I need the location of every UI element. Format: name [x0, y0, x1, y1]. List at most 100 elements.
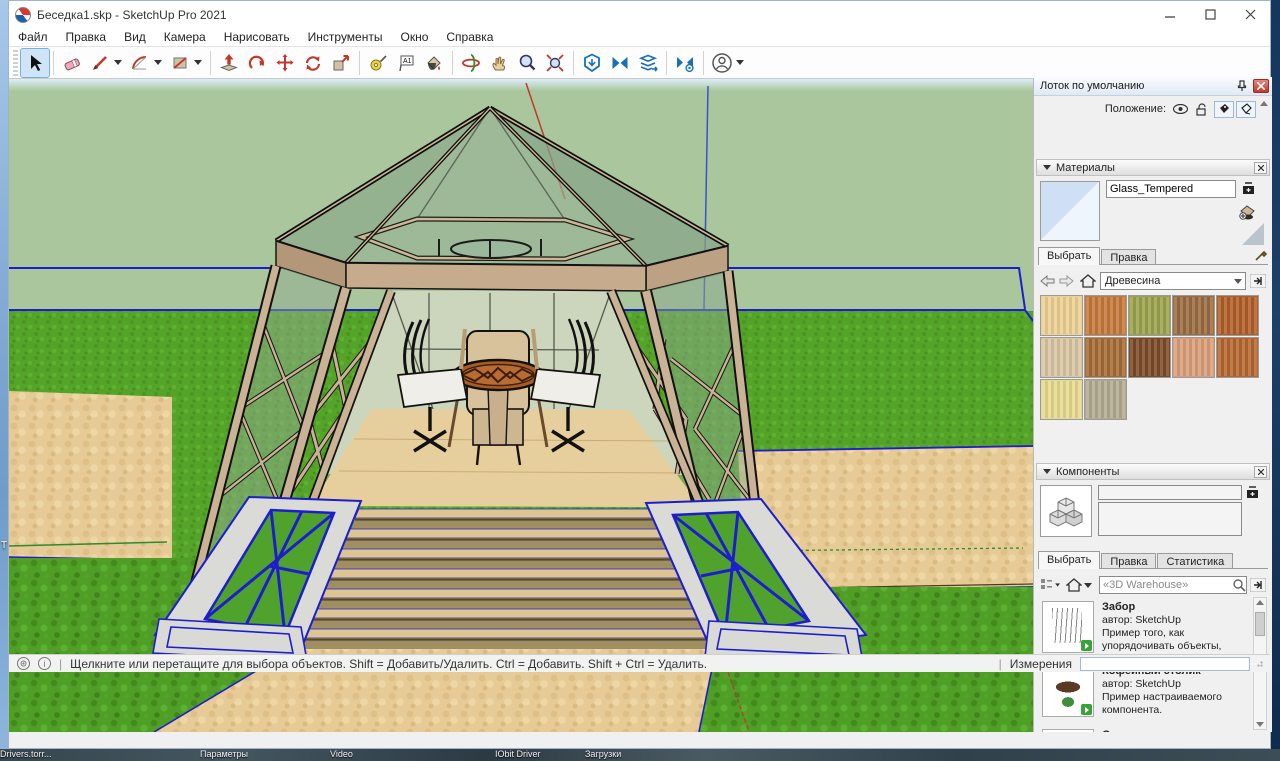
- material-swatch[interactable]: [1040, 295, 1083, 336]
- material-category-dropdown[interactable]: Древесина: [1100, 272, 1246, 290]
- geolocation-icon[interactable]: [17, 657, 30, 670]
- component-thumbnail[interactable]: [1042, 601, 1094, 653]
- details-arrow-icon[interactable]: [1250, 274, 1266, 288]
- desktop-icon-label[interactable]: Загрузки: [585, 749, 621, 759]
- tray-scroll-up[interactable]: [1260, 101, 1270, 111]
- scroll-up-arrow[interactable]: [1256, 600, 1264, 605]
- component-thumbnail[interactable]: [1042, 729, 1094, 732]
- toolbar-grip[interactable]: [13, 50, 18, 76]
- arc-tool-button[interactable]: [126, 49, 154, 77]
- credits-info-icon[interactable]: i: [38, 657, 51, 670]
- menu-item[interactable]: Инструменты: [299, 28, 392, 46]
- orbit-tool-button[interactable]: [457, 49, 485, 77]
- titlebar[interactable]: Беседка1.skp - SketchUp Pro 2021: [9, 1, 1270, 28]
- components-header[interactable]: Компоненты: [1036, 463, 1270, 480]
- material-swatch[interactable]: [1084, 337, 1127, 378]
- select-tool-button[interactable]: [21, 49, 49, 77]
- eyedropper-icon[interactable]: [1254, 248, 1268, 262]
- secondary-pane-icon[interactable]: [1246, 485, 1260, 499]
- create-material-icon[interactable]: [1238, 203, 1258, 221]
- forward-arrow-icon[interactable]: [1059, 275, 1074, 287]
- details-arrow-icon[interactable]: [1250, 578, 1266, 592]
- desktop-icon-label[interactable]: Параметры: [200, 749, 248, 759]
- extension-warehouse-button[interactable]: [606, 49, 634, 77]
- menu-item[interactable]: Файл: [9, 28, 57, 46]
- pin-icon[interactable]: [1236, 80, 1248, 92]
- component-search-input[interactable]: [1100, 579, 1232, 591]
- component-list-item[interactable]: Кофейный столик автор: SketchUp Пример н…: [1040, 663, 1250, 725]
- material-swatch[interactable]: [1040, 379, 1083, 420]
- tab-edit[interactable]: Правка: [1101, 249, 1156, 264]
- menu-item[interactable]: Окно: [391, 28, 437, 46]
- zoom-tool-button[interactable]: [513, 49, 541, 77]
- secondary-pane-icon[interactable]: [1242, 181, 1256, 195]
- tape-measure-tool-button[interactable]: [364, 49, 392, 77]
- material-swatch[interactable]: [1216, 337, 1259, 378]
- scale-tool-button[interactable]: [327, 49, 355, 77]
- maximize-button[interactable]: [1190, 1, 1230, 28]
- tag-toggle-1[interactable]: [1214, 101, 1234, 118]
- materials-header[interactable]: Материалы: [1036, 159, 1270, 176]
- menu-item[interactable]: Камера: [155, 28, 215, 46]
- minimize-button[interactable]: [1150, 1, 1190, 28]
- desktop-icon-label[interactable]: Drivers.torr...: [0, 749, 52, 759]
- sign-in-dropdown[interactable]: [736, 60, 744, 65]
- tag-toggle-2[interactable]: [1236, 101, 1256, 118]
- home-dropdown[interactable]: [1084, 583, 1092, 588]
- components-close-button[interactable]: [1254, 466, 1267, 478]
- move-tool-button[interactable]: [271, 49, 299, 77]
- menu-item[interactable]: Вид: [115, 28, 155, 46]
- pan-tool-button[interactable]: [485, 49, 513, 77]
- material-name-input[interactable]: [1106, 180, 1236, 198]
- tab-edit[interactable]: Правка: [1101, 553, 1156, 568]
- desktop-icon-label[interactable]: Video: [330, 749, 353, 759]
- measurements-input[interactable]: [1080, 657, 1250, 671]
- line-tool-dropdown[interactable]: [114, 60, 122, 65]
- arc-tool-dropdown[interactable]: [154, 60, 162, 65]
- home-icon[interactable]: [1080, 274, 1096, 288]
- material-swatch[interactable]: [1040, 337, 1083, 378]
- component-search-box[interactable]: [1099, 576, 1247, 594]
- menu-item[interactable]: Нарисовать: [215, 28, 299, 46]
- sample-paint-swatch[interactable]: [1242, 223, 1264, 245]
- scroll-down-arrow[interactable]: [1256, 722, 1264, 727]
- material-swatch[interactable]: [1216, 295, 1259, 336]
- component-list-item[interactable]: Окно: [1040, 727, 1250, 732]
- material-swatch[interactable]: [1172, 295, 1215, 336]
- menu-item[interactable]: Справка: [437, 28, 502, 46]
- home-icon[interactable]: [1066, 578, 1082, 592]
- menu-item[interactable]: Правка: [57, 28, 116, 46]
- tray-close-button[interactable]: [1253, 79, 1269, 93]
- share-model-button[interactable]: [634, 49, 662, 77]
- zoom-extents-tool-button[interactable]: [541, 49, 569, 77]
- back-arrow-icon[interactable]: [1040, 275, 1055, 287]
- component-list-item[interactable]: Забор автор: SketchUp Пример того, как у…: [1040, 599, 1250, 661]
- material-swatch[interactable]: [1128, 337, 1171, 378]
- extension-manager-button[interactable]: [671, 49, 699, 77]
- scrollbar-thumb[interactable]: [1255, 612, 1265, 636]
- viewport-3d-scene[interactable]: [9, 79, 1033, 732]
- eraser-tool-button[interactable]: [58, 49, 86, 77]
- material-swatch[interactable]: [1084, 379, 1127, 420]
- material-swatch[interactable]: [1172, 337, 1215, 378]
- lock-toggle[interactable]: [1192, 101, 1212, 118]
- material-swatch[interactable]: [1128, 295, 1171, 336]
- shape-tool-dropdown[interactable]: [194, 60, 202, 65]
- line-tool-button[interactable]: [86, 49, 114, 77]
- offset-tool-button[interactable]: [243, 49, 271, 77]
- sand-path-left[interactable]: [9, 391, 172, 560]
- component-name-field[interactable]: [1098, 485, 1242, 500]
- component-description-field[interactable]: [1098, 502, 1242, 536]
- close-button[interactable]: [1230, 1, 1270, 28]
- material-preview[interactable]: [1040, 181, 1100, 241]
- tab-select[interactable]: Выбрать: [1038, 247, 1100, 265]
- materials-close-button[interactable]: [1254, 162, 1267, 174]
- component-preview[interactable]: [1040, 485, 1092, 537]
- paint-bucket-tool-button[interactable]: [420, 49, 448, 77]
- tab-select[interactable]: Выбрать: [1038, 551, 1100, 569]
- rotate-tool-button[interactable]: [299, 49, 327, 77]
- component-thumbnail[interactable]: [1042, 665, 1094, 717]
- search-icon[interactable]: [1232, 578, 1246, 592]
- tray-header[interactable]: Лоток по умолчанию: [1034, 77, 1272, 96]
- push-pull-tool-button[interactable]: [215, 49, 243, 77]
